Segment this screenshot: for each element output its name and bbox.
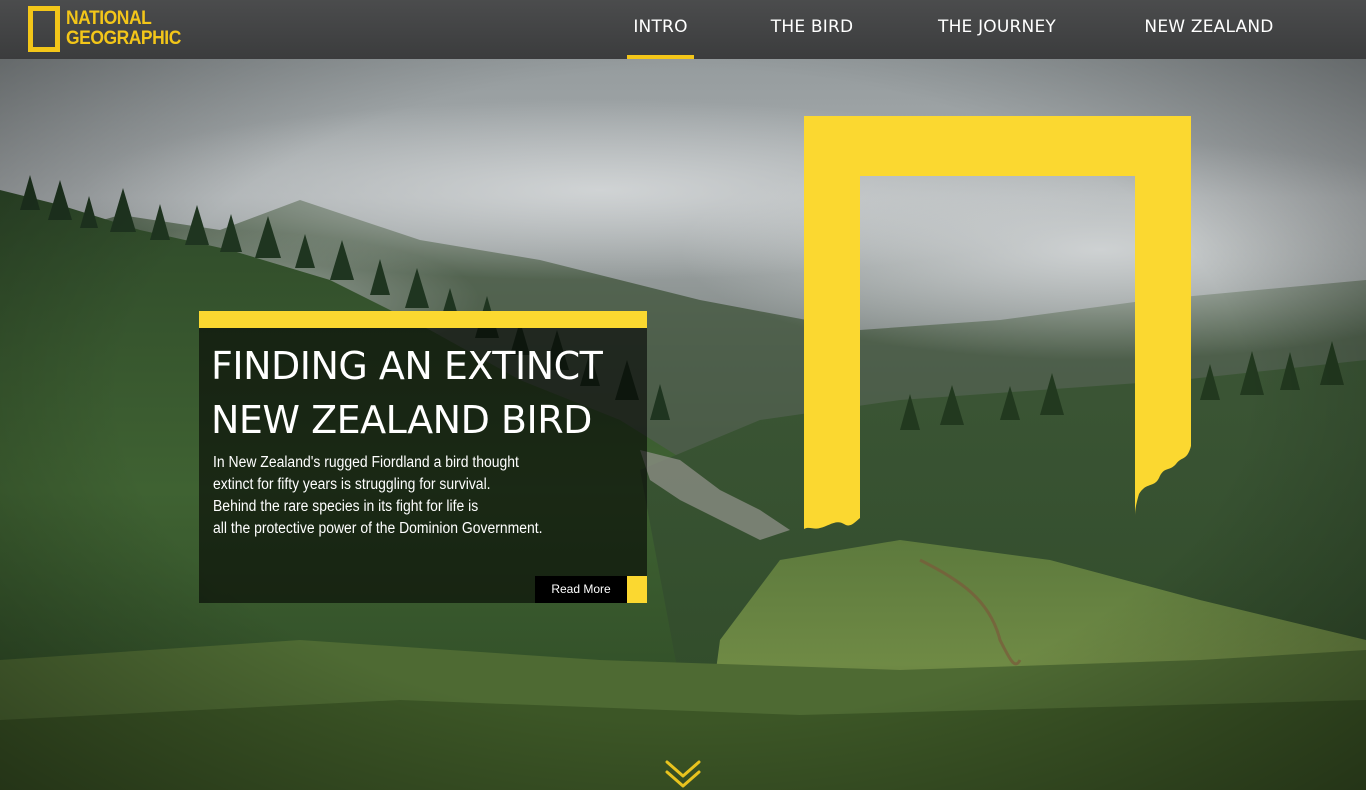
hero-card: FINDING AN EXTINCT NEW ZEALAND BIRD In N… bbox=[199, 311, 647, 603]
card-accent-bar bbox=[199, 311, 647, 328]
hero-description-line: Behind the rare species in its fight for… bbox=[213, 498, 479, 515]
read-more-label: Read More bbox=[551, 582, 611, 596]
hero-description: In New Zealand's rugged Fiordland a bird… bbox=[213, 452, 633, 540]
hero-title: FINDING AN EXTINCT NEW ZEALAND BIRD bbox=[211, 339, 641, 447]
nav-item-intro[interactable]: INTRO bbox=[627, 0, 694, 59]
active-tab-indicator bbox=[627, 55, 694, 59]
nav-item-the-journey[interactable]: THE JOURNEY bbox=[934, 0, 1060, 59]
national-geographic-logo[interactable]: NATIONAL GEOGRAPHIC bbox=[28, 6, 191, 52]
national-geographic-frame-graphic bbox=[804, 116, 1191, 529]
top-navigation-bar: NATIONAL GEOGRAPHIC INTRO THE BIRD THE J… bbox=[0, 0, 1366, 59]
nav-item-label: NEW ZEALAND bbox=[1144, 17, 1274, 37]
hero-description-line: In New Zealand's rugged Fiordland a bird… bbox=[213, 454, 519, 471]
nav-item-label: INTRO bbox=[633, 17, 688, 37]
logo-line-1: NATIONAL bbox=[66, 8, 152, 29]
nav-item-label: THE JOURNEY bbox=[937, 17, 1056, 37]
double-chevron-down-icon[interactable] bbox=[664, 758, 702, 790]
hero-description-line: all the protective power of the Dominion… bbox=[213, 520, 543, 537]
read-more-accent bbox=[627, 576, 647, 603]
nav-item-the-bird[interactable]: THE BIRD bbox=[770, 0, 854, 59]
national-geographic-frame-icon bbox=[28, 6, 60, 52]
hero-title-line-1: FINDING AN EXTINCT bbox=[211, 344, 603, 388]
read-more-button[interactable]: Read More bbox=[535, 576, 647, 603]
logo-line-2: GEOGRAPHIC bbox=[66, 28, 181, 49]
nav-item-new-zealand[interactable]: NEW ZEALAND bbox=[1142, 0, 1276, 59]
hero-description-line: extinct for fifty years is struggling fo… bbox=[213, 476, 491, 493]
hero-title-line-2: NEW ZEALAND BIRD bbox=[211, 398, 592, 442]
logo-wordmark: NATIONAL GEOGRAPHIC bbox=[66, 9, 181, 49]
nav-item-label: THE BIRD bbox=[770, 17, 854, 37]
